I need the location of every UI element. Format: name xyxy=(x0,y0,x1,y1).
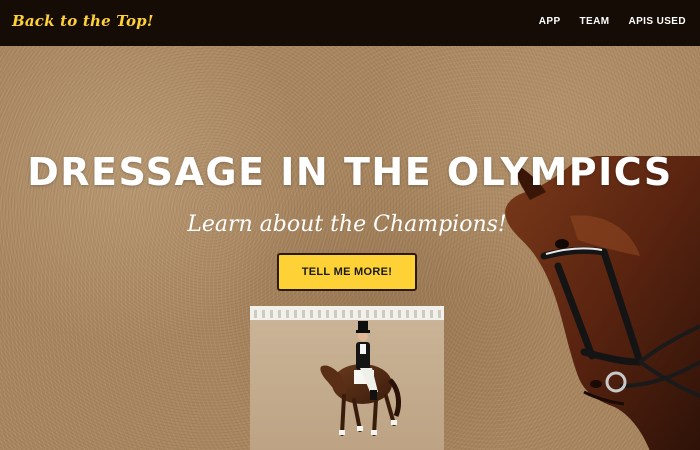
horse-head-icon xyxy=(505,156,700,450)
nav-links: APP TEAM APIS USED xyxy=(539,16,686,27)
hero-section: DRESSAGE IN THE OLYMPICS Learn about the… xyxy=(0,46,700,450)
tell-me-more-button[interactable]: TELL ME MORE! xyxy=(277,253,417,291)
nav-link-app[interactable]: APP xyxy=(539,16,561,27)
nav-link-team[interactable]: TEAM xyxy=(580,16,610,27)
hero-subtitle: Learn about the Champions! xyxy=(187,212,507,237)
top-navbar: Back to the Top! APP TEAM APIS USED xyxy=(0,0,700,46)
dressage-rider-photo xyxy=(250,306,444,450)
hero-title: DRESSAGE IN THE OLYMPICS xyxy=(27,150,673,194)
brand-link[interactable]: Back to the Top! xyxy=(12,12,154,30)
nav-link-apis-used[interactable]: APIS USED xyxy=(628,16,686,27)
